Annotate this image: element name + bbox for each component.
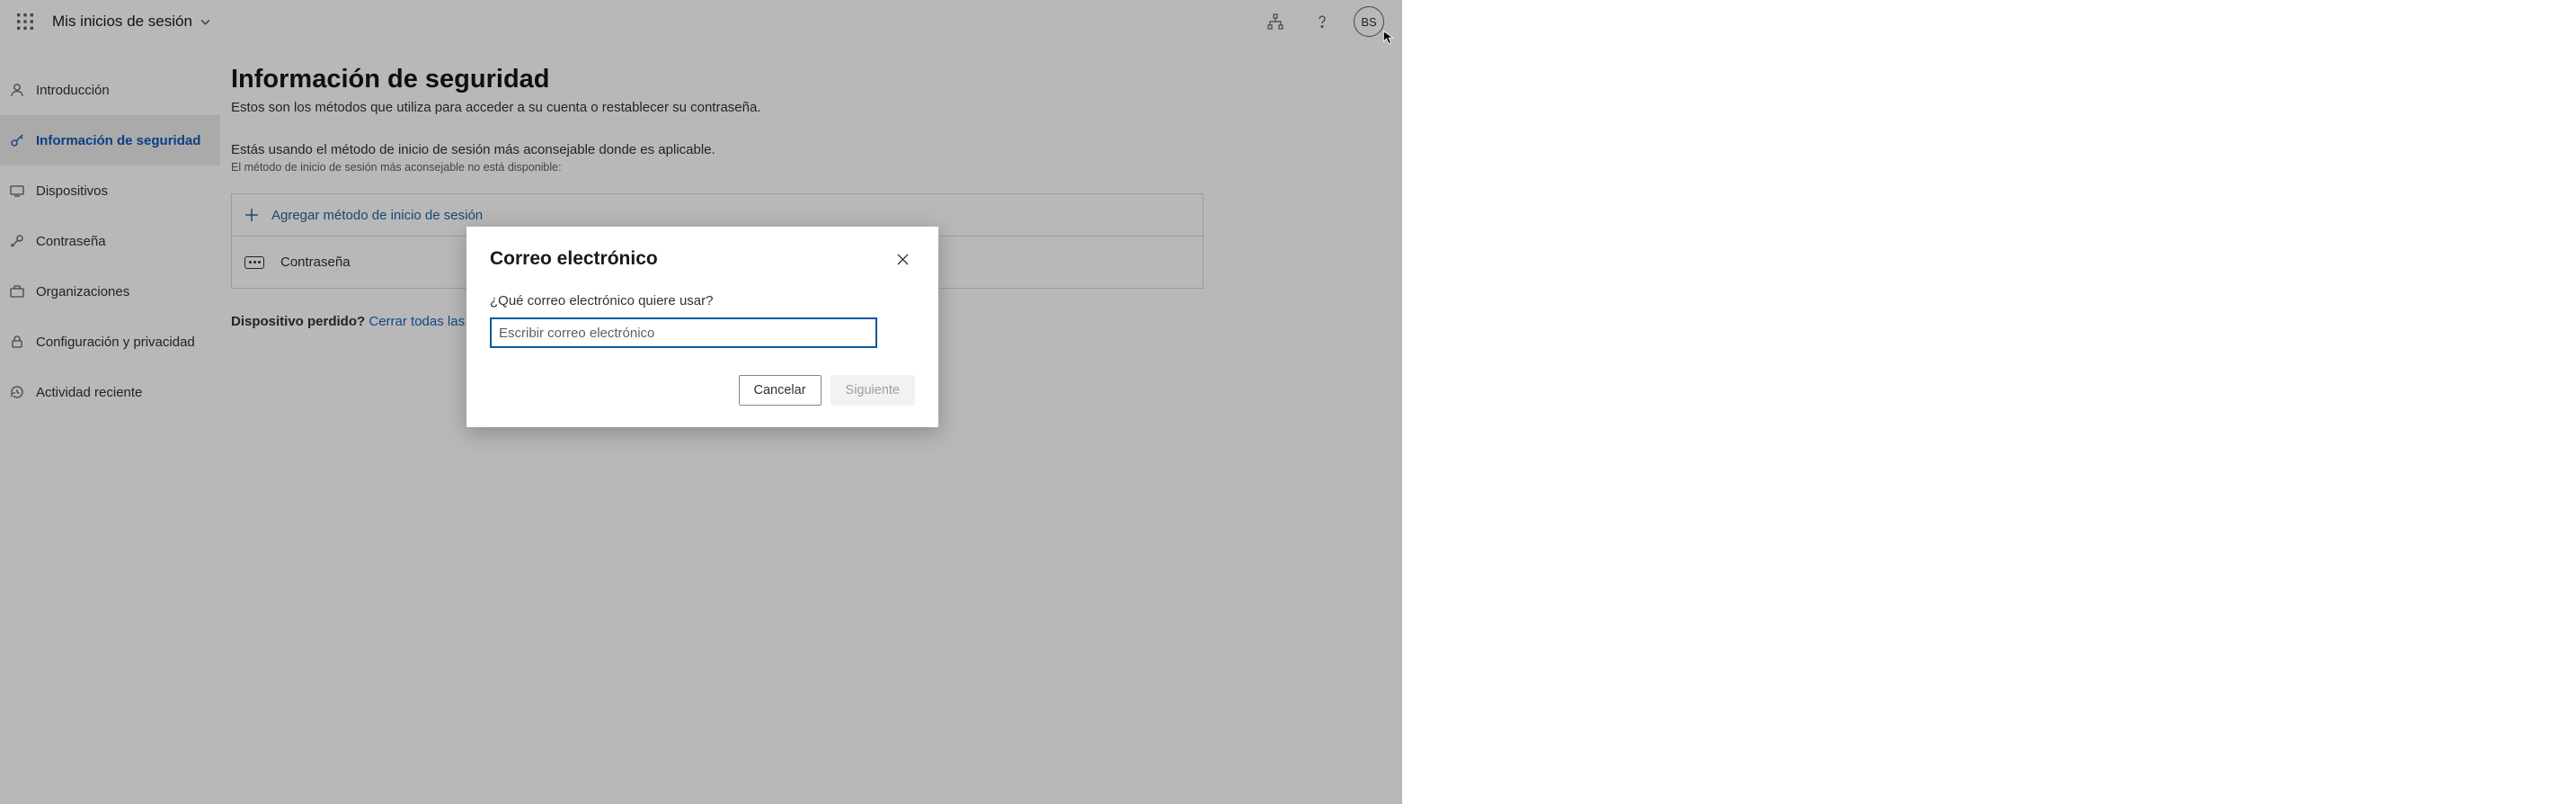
dialog-label: ¿Qué correo electrónico quiere usar? <box>490 293 915 308</box>
next-button: Siguiente <box>831 375 915 406</box>
close-button[interactable] <box>890 246 915 272</box>
email-dialog: Correo electrónico ¿Qué correo electróni… <box>466 227 938 427</box>
dialog-title: Correo electrónico <box>490 248 658 270</box>
next-label: Siguiente <box>846 383 900 398</box>
cancel-label: Cancelar <box>754 383 806 398</box>
close-icon <box>896 253 910 266</box>
cancel-button[interactable]: Cancelar <box>739 375 822 406</box>
cursor-icon <box>1381 31 1396 45</box>
email-input[interactable] <box>490 317 877 348</box>
